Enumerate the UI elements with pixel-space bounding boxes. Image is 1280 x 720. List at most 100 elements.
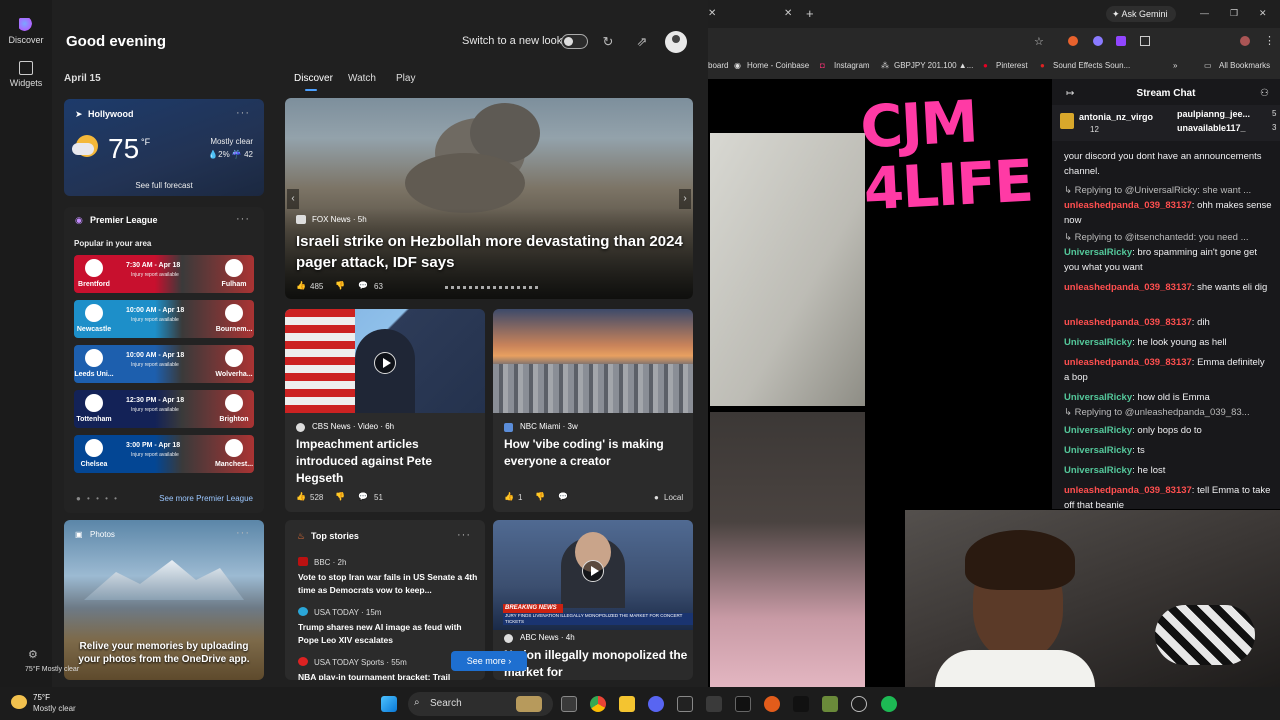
weather-icon[interactable] [11, 695, 27, 709]
bookmark-item[interactable]: Home - Coinbase [747, 61, 809, 70]
pager-dots[interactable]: ● • • • • [76, 494, 119, 503]
story-title[interactable]: Vote to stop Iran war fails in US Senate… [298, 571, 480, 597]
play-icon[interactable] [374, 352, 396, 374]
story-title[interactable]: Trump shares new AI image as feud with P… [298, 621, 480, 647]
comment-icon[interactable]: 💬 [358, 492, 368, 501]
bookmark-item[interactable]: board [708, 61, 728, 70]
comment-icon[interactable]: 💬 [558, 492, 568, 501]
dislike-icon[interactable]: 👎 [335, 492, 345, 501]
avatar[interactable] [665, 31, 687, 53]
chat-username[interactable]: unleashedpanda_039_83137 [1064, 317, 1192, 328]
chat-username[interactable]: UniversalRicky [1064, 337, 1132, 348]
bookmark-item[interactable]: Pinterest [996, 61, 1028, 70]
tab-watch[interactable]: Watch [348, 73, 376, 84]
like-icon[interactable]: 👍 [296, 281, 306, 290]
gifter-name[interactable]: antonia_nz_virgo [1079, 112, 1153, 122]
dislike-icon[interactable]: 👎 [535, 492, 545, 501]
close-tab-icon[interactable]: ✕ [784, 8, 792, 19]
chevron-right-icon[interactable]: » [1173, 61, 1177, 70]
menu-icon[interactable]: ⋮ [1264, 34, 1275, 47]
bookmark-item[interactable]: GBPJPY 201.100 ▲... [894, 61, 973, 70]
story-title[interactable]: NBA play-in tournament bracket: Trail [298, 671, 480, 680]
start-icon[interactable] [381, 696, 397, 712]
prev-arrow-icon[interactable]: ‹ [287, 189, 299, 209]
more-icon[interactable]: ··· [236, 107, 250, 119]
chrome-icon[interactable] [590, 696, 606, 712]
photos-card[interactable]: ▣ Photos ··· Relive your memories by upl… [64, 520, 264, 680]
hero-news-card[interactable]: ‹ › FOX News · 5h Israeli strike on Hezb… [285, 98, 693, 299]
users-icon[interactable]: ⚇ [1260, 88, 1269, 99]
weather-card[interactable]: ➤ Hollywood ··· 75 °F Mostly clear 💧2% ☔… [64, 99, 264, 196]
close-window-icon[interactable]: ✕ [1259, 8, 1267, 19]
chat-username[interactable]: unleashedpanda_039_83137 [1064, 357, 1192, 368]
store-icon[interactable] [706, 696, 722, 712]
more-icon[interactable]: ··· [457, 529, 471, 541]
like-icon[interactable]: 👍 [296, 492, 306, 501]
chat-username[interactable]: UniversalRicky [1064, 445, 1132, 456]
tab-play[interactable]: Play [396, 73, 415, 84]
obs-icon[interactable] [851, 696, 867, 712]
news-card[interactable]: NBC Miami · 3w How 'vibe coding' is maki… [493, 309, 693, 512]
taskbar-condition[interactable]: Mostly clear [33, 704, 76, 713]
gifter-name[interactable]: unavailable117_ [1177, 123, 1246, 133]
comment-icon[interactable]: 💬 [358, 281, 368, 290]
see-more-button[interactable]: See more › [451, 651, 527, 671]
twitch-extension-icon[interactable] [1116, 36, 1126, 46]
ask-gemini-button[interactable]: ✦ Ask Gemini [1106, 6, 1176, 22]
profile-avatar[interactable] [1240, 36, 1250, 46]
chat-username[interactable]: unleashedpanda_039_83137 [1064, 282, 1192, 293]
chat-username[interactable]: UniversalRicky [1064, 247, 1132, 258]
task-view-icon[interactable] [561, 696, 577, 712]
news-title[interactable]: Impeachment articles introduced against … [296, 436, 481, 487]
rail-widgets[interactable]: Widgets [4, 61, 48, 88]
reply-text[interactable]: Replying to @unleashedpanda_039_83... [1075, 407, 1250, 418]
extension-icon[interactable] [1093, 36, 1103, 46]
news-card[interactable]: CBS News · Video · 6h Impeachment articl… [285, 309, 485, 512]
match-row[interactable]: Brentford 7:30 AM - Apr 18 Injury report a… [74, 255, 254, 293]
address-bar[interactable]: ☆ ⋮ [708, 28, 1280, 56]
bookmark-item[interactable]: Sound Effects Soun... [1053, 61, 1130, 70]
news-title[interactable]: Nation illegally monopolized the market … [504, 647, 689, 680]
like-icon[interactable]: 👍 [504, 492, 514, 501]
brave-icon[interactable] [764, 696, 780, 712]
minecraft-icon[interactable] [822, 696, 838, 712]
full-forecast-link[interactable]: See full forecast [64, 181, 264, 190]
more-icon[interactable]: ··· [236, 527, 250, 539]
hero-title[interactable]: Israeli strike on Hezbollah more devasta… [296, 231, 686, 273]
chat-username[interactable]: unleashedpanda_039_83137 [1064, 485, 1192, 496]
new-look-toggle[interactable] [561, 34, 588, 49]
play-icon[interactable] [582, 560, 604, 582]
all-bookmarks[interactable]: All Bookmarks [1219, 61, 1270, 70]
more-icon[interactable]: ··· [236, 213, 250, 225]
minimize-icon[interactable]: — [1200, 8, 1209, 18]
bookmark-star-icon[interactable]: ☆ [1034, 35, 1044, 48]
epic-games-icon[interactable] [735, 696, 751, 712]
match-row[interactable]: Leeds Uni... 10:00 AM - Apr 18 Injury repo… [74, 345, 254, 383]
premier-league-title[interactable]: Premier League [90, 215, 158, 225]
news-title[interactable]: How 'vibe coding' is making everyone a c… [504, 436, 689, 470]
carousel-dots[interactable] [445, 286, 540, 289]
extensions-icon[interactable] [1140, 36, 1150, 46]
reply-text[interactable]: Replying to @itsenchantedd: you need ... [1075, 232, 1249, 243]
x-icon[interactable] [677, 696, 693, 712]
reply-text[interactable]: Replying to @UniversalRicky: she want ..… [1075, 185, 1252, 196]
tab-discover[interactable]: Discover [294, 73, 333, 84]
tiktok-icon[interactable] [793, 696, 809, 712]
chat-username[interactable]: unleashedpanda_039_83137 [1064, 200, 1192, 211]
match-row[interactable]: Tottenham 12:30 PM - Apr 18 Injury report … [74, 390, 254, 428]
maximize-icon[interactable]: ❐ [1230, 8, 1238, 19]
match-row[interactable]: Newcastle 10:00 AM - Apr 18 Injury report … [74, 300, 254, 338]
refresh-icon[interactable]: ↻ [600, 34, 616, 50]
discord-icon[interactable] [648, 696, 664, 712]
top-stories-title[interactable]: Top stories [311, 531, 359, 541]
chat-username[interactable]: UniversalRicky [1064, 392, 1132, 403]
gifter-name[interactable]: paulpianng_jee... [1177, 109, 1250, 119]
match-row[interactable]: Chelsea 3:00 PM - Apr 18 Injury report ava… [74, 435, 254, 473]
settings-icon[interactable]: ⚙ [28, 648, 38, 661]
bookmark-item[interactable]: Instagram [834, 61, 870, 70]
chat-username[interactable]: UniversalRicky [1064, 465, 1132, 476]
new-tab-icon[interactable]: + [806, 6, 814, 21]
see-more-premier-league[interactable]: See more Premier League [159, 494, 253, 503]
close-tab-icon[interactable]: ✕ [708, 8, 716, 19]
rail-discover[interactable]: Discover [4, 18, 48, 45]
